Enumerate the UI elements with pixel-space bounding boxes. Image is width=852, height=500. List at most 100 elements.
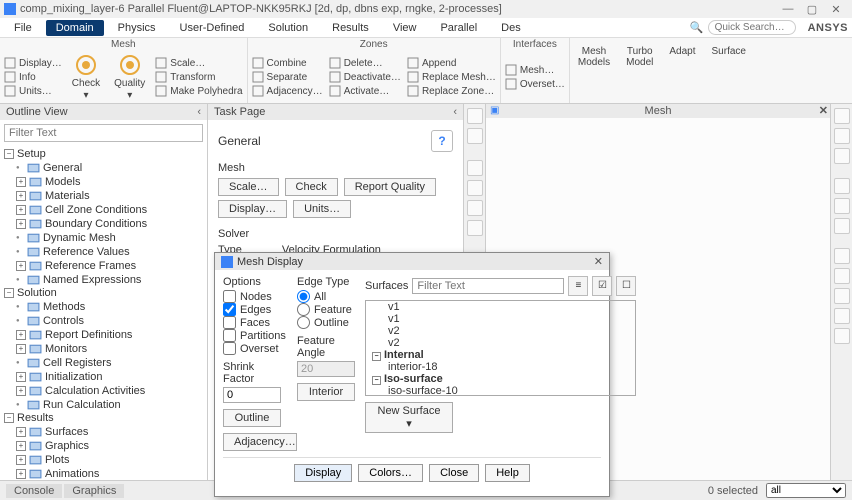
ribbon-activate-[interactable]: Activate… <box>329 85 401 97</box>
radio-feature[interactable] <box>297 303 310 316</box>
ribbon-append[interactable]: Append <box>407 57 496 69</box>
option-faces[interactable]: Faces <box>223 316 287 329</box>
surfaces-filter-input[interactable] <box>412 278 564 294</box>
ribbon-replace-mesh-[interactable]: Replace Mesh… <box>407 71 496 83</box>
toggle-icon[interactable]: − <box>4 288 14 298</box>
tree-node-cell-zone-conditions[interactable]: +Cell Zone Conditions <box>16 203 203 217</box>
toggle-icon[interactable]: + <box>16 261 26 271</box>
view-settings-icon[interactable] <box>834 308 850 324</box>
tree-node-plots[interactable]: +Plots <box>16 453 203 467</box>
ribbon-info[interactable]: Info <box>4 71 62 83</box>
tool-select-icon[interactable] <box>467 160 483 176</box>
menu-results[interactable]: Results <box>322 20 379 36</box>
tree-node-surfaces[interactable]: +Surfaces <box>16 425 203 439</box>
edge-outline[interactable]: Outline <box>297 316 355 329</box>
ribbon-check[interactable]: Check ▾ <box>68 51 104 103</box>
surface-item[interactable]: v2 <box>366 337 635 349</box>
deselect-all-icon[interactable]: ☐ <box>616 276 636 296</box>
toggle-icon[interactable]: − <box>4 149 14 159</box>
interior-button[interactable]: Interior <box>297 383 355 401</box>
tree-node-reference-frames[interactable]: +Reference Frames <box>16 259 203 273</box>
tool-zoom-icon[interactable] <box>467 220 483 236</box>
surface-group-internal[interactable]: −Internal <box>366 349 635 361</box>
tree-node-graphics[interactable]: +Graphics <box>16 439 203 453</box>
tree-node-initialization[interactable]: +Initialization <box>16 370 203 384</box>
outline-button[interactable]: Outline <box>223 409 281 427</box>
tool-rotate-icon[interactable] <box>467 180 483 196</box>
tree-node-results[interactable]: −Results <box>4 412 203 425</box>
toggle-icon[interactable]: + <box>16 386 26 396</box>
group-toggle-icon[interactable]: − <box>372 376 381 385</box>
tree-node-controls[interactable]: ●Controls <box>16 314 203 328</box>
edge-feature[interactable]: Feature <box>297 303 355 316</box>
toggle-icon[interactable]: − <box>4 413 14 423</box>
surfaces-list[interactable]: v1v1v2v2−Internalinterior-18−Iso-surface… <box>365 300 636 396</box>
edge-all[interactable]: All <box>297 290 355 303</box>
menu-solution[interactable]: Solution <box>258 20 318 36</box>
tree-node-materials[interactable]: +Materials <box>16 189 203 203</box>
ribbon-mesh-models[interactable]: MeshModels <box>570 38 618 103</box>
minimize-button[interactable]: — <box>776 3 800 15</box>
view-expand-icon[interactable] <box>834 218 850 234</box>
surface-item[interactable]: iso-surface-10 <box>366 385 635 396</box>
ribbon-display-[interactable]: Display… <box>4 57 62 69</box>
menu-user-defined[interactable]: User-Defined <box>170 20 255 36</box>
ribbon-quality[interactable]: Quality ▾ <box>110 51 149 103</box>
task-page-collapse-icon[interactable]: ‹ <box>453 106 457 118</box>
surface-group-iso-surface[interactable]: −Iso-surface <box>366 373 635 385</box>
tree-node-reference-values[interactable]: ●Reference Values <box>16 245 203 259</box>
tree-node-named-expressions[interactable]: ●Named Expressions <box>16 273 203 287</box>
checkbox-edges[interactable] <box>223 303 236 316</box>
ribbon-transform[interactable]: Transform <box>155 71 242 83</box>
tree-node-general[interactable]: ●General <box>16 161 203 175</box>
select-all-icon[interactable]: ☑ <box>592 276 612 296</box>
tab-console[interactable]: Console <box>6 484 62 498</box>
tree-node-cell-registers[interactable]: ●Cell Registers <box>16 356 203 370</box>
filter-toggle-icon[interactable]: ≡ <box>568 276 588 296</box>
option-nodes[interactable]: Nodes <box>223 290 287 303</box>
toggle-icon[interactable]: + <box>16 330 26 340</box>
menu-physics[interactable]: Physics <box>108 20 166 36</box>
ribbon-delete-[interactable]: Delete… <box>329 57 401 69</box>
outline-filter-input[interactable] <box>4 124 203 142</box>
ribbon-overset-[interactable]: Overset… <box>505 78 565 90</box>
ribbon-units-[interactable]: Units… <box>4 85 62 97</box>
view-sphere-icon[interactable] <box>834 128 850 144</box>
dialog-display-button[interactable]: Display <box>294 464 352 482</box>
toggle-icon[interactable]: + <box>16 191 26 201</box>
ribbon-deactivate-[interactable]: Deactivate… <box>329 71 401 83</box>
units--button[interactable]: Units… <box>293 200 351 218</box>
graphics-close-button[interactable]: ✕ <box>819 104 828 117</box>
dialog-close-button[interactable]: Close <box>429 464 479 482</box>
check-button[interactable]: Check <box>285 178 338 196</box>
ribbon-adapt[interactable]: Adapt <box>661 38 703 103</box>
checkbox-partitions[interactable] <box>223 329 236 342</box>
option-overset[interactable]: Overset <box>223 342 287 355</box>
ribbon-make-polyhedra[interactable]: Make Polyhedra <box>155 85 242 97</box>
dialog-help-button[interactable]: Help <box>485 464 530 482</box>
view-section-icon[interactable] <box>834 198 850 214</box>
selection-filter-dropdown[interactable]: all <box>766 483 846 498</box>
toggle-icon[interactable]: + <box>16 177 26 187</box>
option-edges[interactable]: Edges <box>223 303 287 316</box>
outline-tree[interactable]: −Setup●General+Models+Materials+Cell Zon… <box>0 146 207 480</box>
ribbon-scale-[interactable]: Scale… <box>155 57 242 69</box>
tool-pan-icon[interactable] <box>467 200 483 216</box>
surface-item[interactable]: v1 <box>366 313 635 325</box>
dialog-titlebar[interactable]: Mesh Display ✕ <box>215 253 609 270</box>
view-cube-icon[interactable] <box>834 108 850 124</box>
tree-node-calculation-activities[interactable]: +Calculation Activities <box>16 384 203 398</box>
menu-domain[interactable]: Domain <box>46 20 104 36</box>
ribbon-turbo-model[interactable]: TurboModel <box>618 38 661 103</box>
toggle-icon[interactable]: + <box>16 441 26 451</box>
ribbon-replace-zone-[interactable]: Replace Zone… <box>407 85 496 97</box>
toggle-icon[interactable]: + <box>16 344 26 354</box>
scale--button[interactable]: Scale… <box>218 178 279 196</box>
tool-layers-icon[interactable] <box>467 128 483 144</box>
new-surface-button[interactable]: New Surface ▾ <box>365 402 453 433</box>
view-measure-icon[interactable] <box>834 248 850 264</box>
maximize-button[interactable]: ▢ <box>800 3 824 16</box>
tree-node-run-calculation[interactable]: ●Run Calculation <box>16 398 203 412</box>
toggle-icon[interactable]: + <box>16 372 26 382</box>
checkbox-overset[interactable] <box>223 342 236 355</box>
